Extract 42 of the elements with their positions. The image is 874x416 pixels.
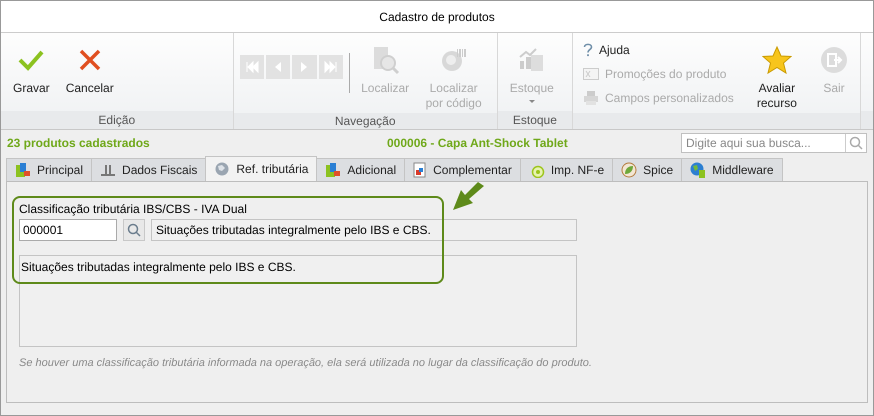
tab[interactable]: Principal (6, 158, 92, 181)
book-icon (15, 162, 31, 178)
close-icon (78, 48, 102, 72)
field-label: Classificação tributária IBS/CBS - IVA Dual (19, 202, 248, 216)
window-title: Cadastro de produtos (379, 10, 495, 24)
globe-icon (690, 162, 706, 178)
leaf-icon (621, 162, 638, 178)
ribbon-button[interactable]: Avaliar recurso (744, 41, 810, 113)
globe-icon (214, 161, 230, 177)
tab[interactable]: Middleware (681, 158, 783, 181)
tab[interactable]: Spice (612, 158, 682, 181)
book-icon (325, 162, 342, 178)
arrow-icon (451, 182, 485, 212)
group-label: Navegação (234, 113, 497, 129)
star-icon (762, 45, 792, 75)
tab[interactable]: Complementar (404, 158, 521, 181)
ribbon-button[interactable]: Ajuda (583, 41, 734, 59)
group-label: Edição (1, 111, 233, 129)
tab[interactable]: Imp. NF-e (520, 158, 614, 181)
search-field[interactable]: Digite aqui sua busca... (681, 133, 867, 153)
code-field[interactable]: 000001 (19, 219, 117, 241)
help-icon (583, 43, 594, 57)
check-icon (18, 49, 44, 71)
exit-icon (820, 46, 848, 74)
printer-icon (583, 91, 600, 105)
hint-text: Se houver uma classificação tributária informada na operação, ela será utilizada no lugar da classificação do produto. (19, 357, 593, 369)
product-count: 23 produtos cadastrados (7, 136, 151, 150)
first-icon (244, 60, 259, 74)
tab[interactable]: Dados Fiscais (91, 158, 206, 181)
details-field: Situações tributadas integralmente pelo IBS e CBS. (19, 255, 577, 347)
spreadsheet-icon (583, 68, 600, 80)
group-label: Estoque (498, 111, 572, 129)
ribbon-button[interactable]: Gravar (7, 41, 56, 98)
description-field: Situações tributadas integralmente pelo IBS e CBS. (151, 219, 577, 241)
caret-icon (528, 100, 535, 103)
search-button[interactable] (123, 219, 145, 241)
ribbon-button[interactable]: Cancelar (60, 41, 120, 98)
document-icon (413, 162, 428, 178)
scale-icon (100, 163, 116, 177)
tab[interactable]: Adicional (316, 158, 406, 181)
product-title: 000006 - Capa Ant-Shock Tablet (387, 136, 569, 150)
last-icon (324, 60, 338, 74)
